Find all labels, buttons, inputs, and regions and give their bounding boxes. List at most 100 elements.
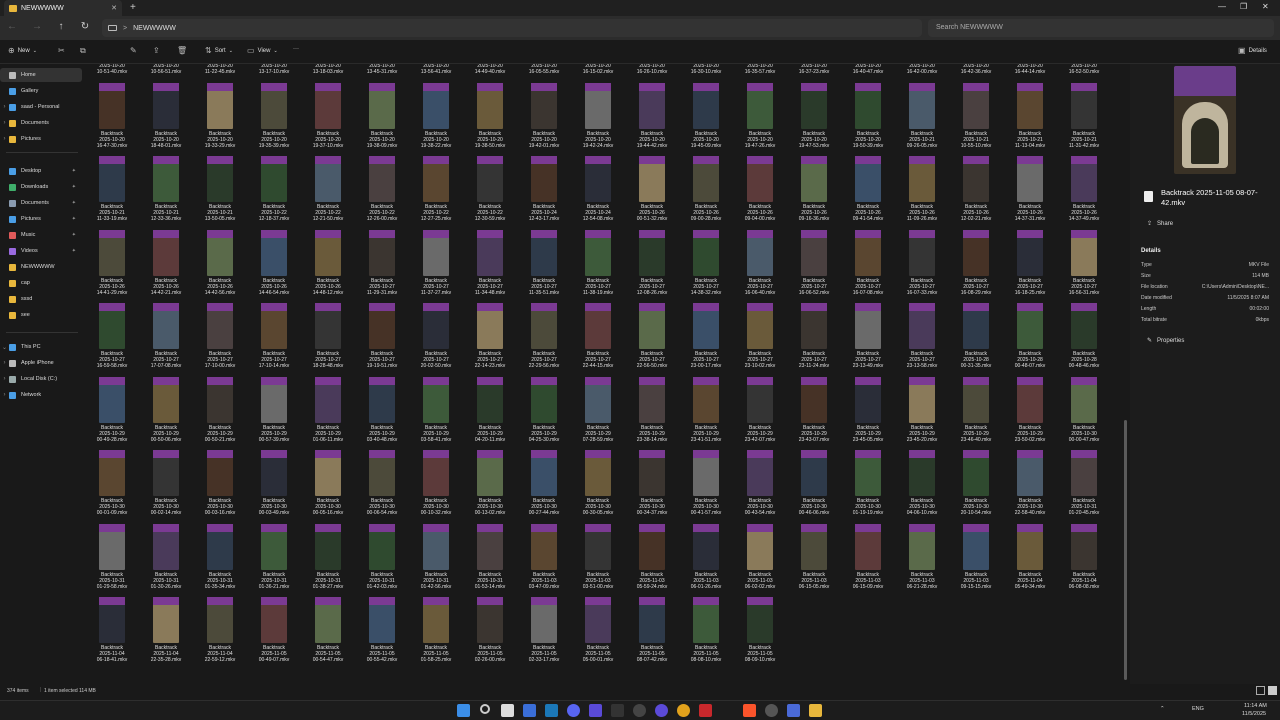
file-item[interactable]: Backtrack 2025-10-30 20-10-54.mkv	[950, 450, 1002, 523]
file-item[interactable]: Backtrack 2025-11-03 06-15-05.mkv	[788, 523, 840, 597]
file-item[interactable]: Backtrack2025-10-2013-56-41.mkv	[410, 64, 462, 82]
file-item[interactable]: Backtrack 2025-10-27 22-44-15.mkv	[572, 303, 624, 376]
refresh-button[interactable]: ↻	[78, 21, 92, 32]
file-item[interactable]: Backtrack 2025-10-31 01-36-21.mkv	[248, 523, 300, 597]
file-item[interactable]: Backtrack 2025-10-31 01-42-03.mkv	[356, 523, 408, 597]
sidebar-item-3[interactable]: › Documents	[0, 116, 82, 130]
file-item[interactable]: Backtrack 2025-10-27 17-10-00.mkv	[194, 303, 246, 376]
sidebar-item-0[interactable]: Home	[0, 68, 82, 82]
sidebar-item-8[interactable]: Pictures ✦	[0, 212, 82, 226]
expand-chevron-icon[interactable]: ›	[0, 360, 9, 366]
new-button[interactable]: ⊕ New ⌄	[8, 46, 37, 55]
show-hidden-icons-button[interactable]: ⌃	[1160, 706, 1165, 712]
file-item[interactable]: Backtrack 2025-10-26 09-16-36.mkv	[788, 156, 840, 229]
file-item[interactable]: Backtrack 2025-10-29 03-40-48.mkv	[356, 376, 408, 450]
file-item[interactable]: Backtrack 2025-11-05 02-26-00.mkv	[464, 597, 516, 670]
file-item[interactable]: Backtrack 2025-11-05 08-07-42.mkv	[626, 597, 678, 670]
file-item[interactable]: Backtrack 2025-10-30 00-05-16.mkv	[302, 450, 354, 523]
file-item[interactable]: Backtrack 2025-10-26 09-41-54.mkv	[842, 156, 894, 229]
share-button[interactable]: ⇪ Share	[1147, 220, 1173, 228]
file-item[interactable]: Backtrack 2025-10-27 23-10-02.mkv	[734, 303, 786, 376]
file-item[interactable]: Backtrack 2025-11-05 00-49-07.mkv	[248, 597, 300, 670]
expand-chevron-icon[interactable]: ⌄	[0, 344, 9, 351]
file-item[interactable]: Backtrack 2025-11-05 00-54-47.mkv	[302, 597, 354, 670]
more-options-button[interactable]: ···	[293, 46, 299, 52]
file-item[interactable]: Backtrack 2025-10-29 23-50-02.mkv	[1004, 376, 1056, 450]
pin-icon[interactable]: ✦	[72, 200, 76, 206]
pin-icon[interactable]: ✦	[72, 232, 76, 238]
file-item[interactable]: Backtrack 2025-10-21 12-33-36.mkv	[140, 156, 192, 229]
file-item[interactable]: Backtrack 2025-10-29 23-43-07.mkv	[788, 376, 840, 450]
file-item[interactable]: Backtrack 2025-10-22 12-21-50.mkv	[302, 156, 354, 229]
cut-icon[interactable]: ✂	[58, 46, 65, 55]
file-item[interactable]: Backtrack 2025-10-30 01-19-19.mkv	[842, 450, 894, 523]
delete-icon[interactable]: 🗑	[177, 46, 187, 55]
file-item[interactable]: Backtrack 2025-11-03 03-51-00.mkv	[572, 523, 624, 597]
maximize-button[interactable]: ❐	[1240, 2, 1247, 11]
file-item[interactable]: Backtrack 2025-10-29 01-06-11.mkv	[302, 376, 354, 450]
file-explorer-icon[interactable]	[809, 704, 822, 717]
file-item[interactable]: Backtrack 2025-11-05 05-00-01.mkv	[572, 597, 624, 670]
sidebar-item-1[interactable]: Gallery	[0, 84, 82, 98]
new-tab-button[interactable]: +	[130, 2, 136, 13]
file-item[interactable]: Backtrack 2025-10-27 18-28-48.mkv	[302, 303, 354, 376]
file-item[interactable]: Backtrack 2025-10-20 18-48-01.mkv	[140, 82, 192, 156]
file-item[interactable]: Backtrack2025-10-2016-05-55.mkv	[518, 64, 570, 82]
close-window-button[interactable]: ✕	[1262, 2, 1269, 11]
file-item[interactable]: Backtrack 2025-10-24 12-54-08.mkv	[572, 156, 624, 229]
properties-button[interactable]: ✎ Properties	[1147, 337, 1184, 345]
file-item[interactable]: Backtrack 2025-10-31 01-30-26.mkv	[140, 523, 192, 597]
sidebar-item-12[interactable]: cap	[0, 276, 82, 290]
file-item[interactable]: Backtrack 2025-10-30 00-27-44.mkv	[518, 450, 570, 523]
file-item[interactable]: Backtrack 2025-10-29 23-46-40.mkv	[950, 376, 1002, 450]
file-item[interactable]: Backtrack 2025-10-26 14-48-12.mkv	[302, 229, 354, 303]
file-item[interactable]: Backtrack 2025-11-05 02-33-17.mkv	[518, 597, 570, 670]
file-item[interactable]: Backtrack 2025-10-20 19-47-26.mkv	[734, 82, 786, 156]
address-bar[interactable]: > NEWWWWW	[102, 19, 922, 37]
file-item[interactable]: Backtrack 2025-10-26 09-04-00.mkv	[734, 156, 786, 229]
pin-icon[interactable]: ✦	[72, 184, 76, 190]
file-item[interactable]: Backtrack 2025-10-27 16-18-25.mkv	[1004, 229, 1056, 303]
sidebar-item-11[interactable]: NEWWWWW	[0, 260, 82, 274]
file-item[interactable]: Backtrack 2025-11-05 08-08-10.mkv	[680, 597, 732, 670]
expand-chevron-icon[interactable]: ›	[0, 136, 9, 142]
file-item[interactable]: Backtrack 2025-11-03 09-15-15.mkv	[950, 523, 1002, 597]
file-item[interactable]: Backtrack 2025-10-28 00-48-07.mkv	[1004, 303, 1056, 376]
file-item[interactable]: Backtrack 2025-10-27 12-08-26.mkv	[626, 229, 678, 303]
file-item[interactable]: Backtrack 2025-10-30 00-30-05.mkv	[572, 450, 624, 523]
file-item[interactable]: Backtrack 2025-10-30 22-58-40.mkv	[1004, 450, 1056, 523]
tab-close-icon[interactable]: ✕	[111, 4, 117, 12]
file-item[interactable]: Backtrack 2025-10-20 19-38-09.mkv	[356, 82, 408, 156]
file-item[interactable]: Backtrack 2025-10-22 12-26-00.mkv	[356, 156, 408, 229]
file-item[interactable]: Backtrack 2025-10-27 22-56-50.mkv	[626, 303, 678, 376]
file-item[interactable]: Backtrack2025-10-2014-49-40.mkv	[464, 64, 516, 82]
file-item[interactable]: Backtrack 2025-10-30 00-46-06.mkv	[788, 450, 840, 523]
file-item[interactable]: Backtrack 2025-10-27 23-13-58.mkv	[896, 303, 948, 376]
file-item[interactable]: Backtrack 2025-10-27 16-08-29.mkv	[950, 229, 1002, 303]
sidebar-item-5[interactable]: Desktop ✦	[0, 164, 82, 178]
app-icon[interactable]	[765, 704, 778, 717]
chrome-icon[interactable]	[677, 704, 690, 717]
file-item[interactable]: Backtrack 2025-10-29 00-49-28.mkv	[86, 376, 138, 450]
file-item[interactable]: Backtrack 2025-10-31 01-29-58.mkv	[86, 523, 138, 597]
file-item[interactable]: Backtrack 2025-10-20 19-44-42.mkv	[626, 82, 678, 156]
file-item[interactable]: Backtrack 2025-10-27 11-37-27.mkv	[410, 229, 462, 303]
file-item[interactable]: Backtrack 2025-10-26 14-37-49.mkv	[1058, 156, 1110, 229]
file-item[interactable]: Backtrack 2025-10-21 10-55-10.mkv	[950, 82, 1002, 156]
sidebar-item-18[interactable]: › Network	[0, 388, 82, 402]
search-icon[interactable]	[480, 704, 490, 714]
file-item[interactable]: Backtrack 2025-11-03 05-59-24.mkv	[626, 523, 678, 597]
file-item[interactable]: Backtrack 2025-10-27 19-19-51.mkv	[356, 303, 408, 376]
sort-button[interactable]: ⇅ Sort ⌄	[205, 46, 233, 55]
file-item[interactable]: Backtrack2025-10-2016-42-00.mkv	[896, 64, 948, 82]
scrollbar[interactable]	[1124, 66, 1127, 680]
start-icon[interactable]	[457, 704, 470, 717]
obs-icon[interactable]	[633, 704, 646, 717]
file-item[interactable]: Backtrack 2025-11-05 00-55-42.mkv	[356, 597, 408, 670]
file-item[interactable]: Backtrack 2025-10-27 22-29-56.mkv	[518, 303, 570, 376]
file-item[interactable]: Backtrack 2025-10-27 16-06-40.mkv	[734, 229, 786, 303]
file-item[interactable]: Backtrack2025-10-2016-37-23.mkv	[788, 64, 840, 82]
file-item[interactable]: Backtrack 2025-10-20 16-47-30.mkv	[86, 82, 138, 156]
file-item[interactable]: Backtrack 2025-10-27 20-02-50.mkv	[410, 303, 462, 376]
file-item[interactable]: Backtrack 2025-10-27 17-07-08.mkv	[140, 303, 192, 376]
